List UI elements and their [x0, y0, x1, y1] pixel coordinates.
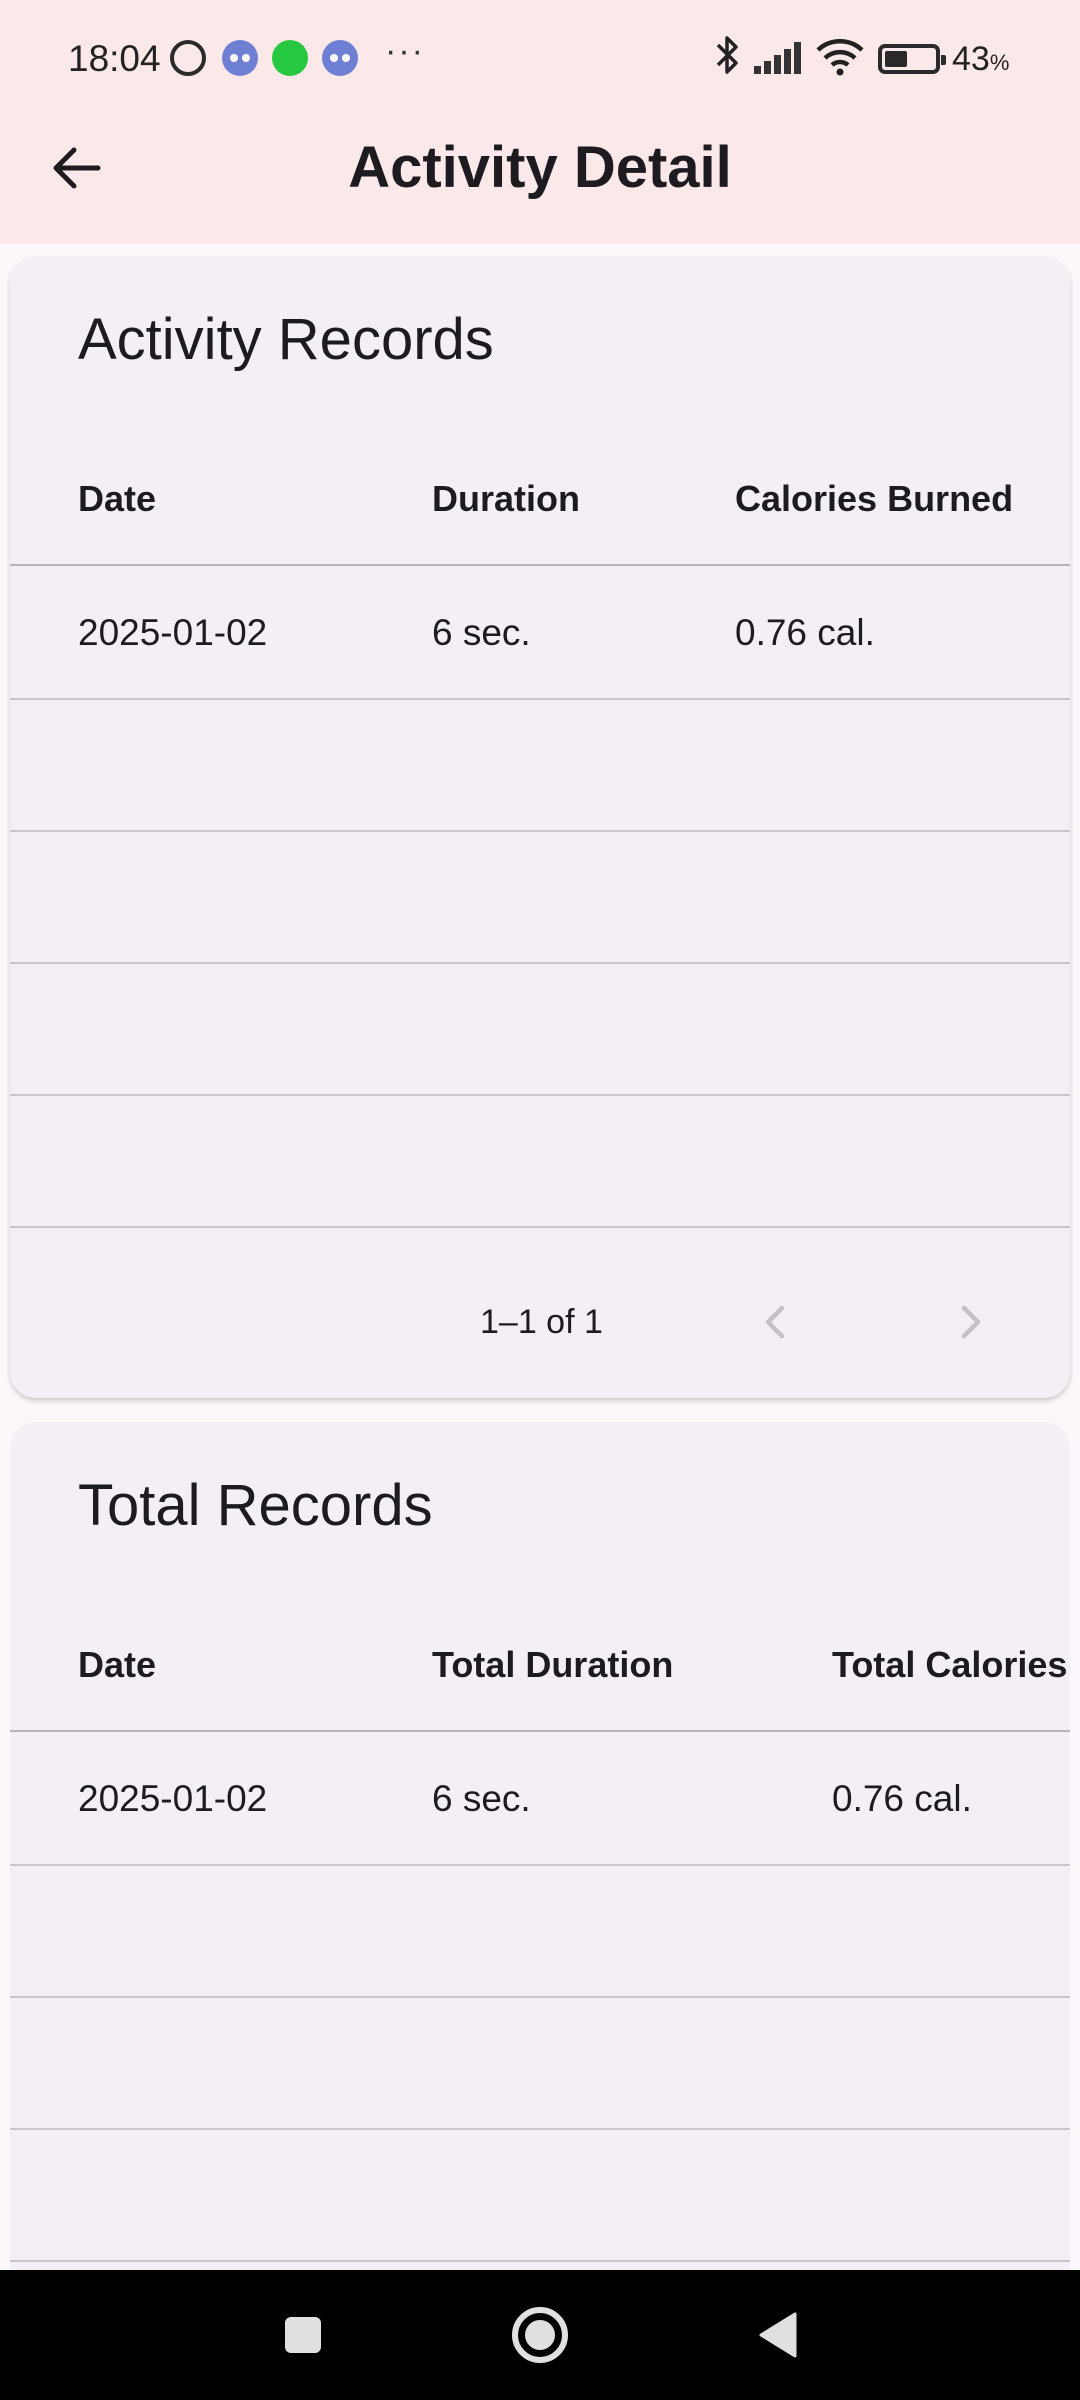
page-title: Activity Detail	[348, 135, 732, 200]
empty-table-row	[10, 700, 1070, 832]
table-header-row: Date Duration Calories Burned	[10, 434, 1070, 566]
cell-total-duration: 6 sec.	[432, 1778, 531, 1819]
column-header-total-duration[interactable]: Total Duration	[432, 1600, 673, 1730]
home-circle-icon	[512, 2307, 568, 2363]
top-app-bar: 18:04 ··· 43% Activity Detail	[0, 0, 1080, 244]
recents-square-icon	[285, 2317, 321, 2353]
status-bar: 18:04 ··· 43%	[0, 0, 1080, 120]
alarm-icon	[170, 40, 206, 76]
recents-button[interactable]	[268, 2300, 338, 2370]
previous-page-button[interactable]	[744, 1292, 804, 1352]
column-header-total-calories[interactable]: Total Calories	[832, 1600, 1067, 1730]
back-triangle-icon	[759, 2312, 797, 2358]
column-header-date[interactable]: Date	[78, 1600, 156, 1730]
whatsapp-icon	[272, 40, 308, 76]
table-row[interactable]: 2025-01-02 6 sec. 0.76 cal.	[10, 1734, 1070, 1866]
total-records-card: Total Records Date Total Duration Total …	[10, 1422, 1070, 2400]
cell-duration: 6 sec.	[432, 612, 531, 653]
empty-table-row	[10, 964, 1070, 1096]
signal-icon	[754, 42, 804, 74]
bluetooth-icon	[712, 34, 742, 86]
column-header-calories-burned[interactable]: Calories Burned	[735, 434, 1013, 564]
chevron-left-icon	[765, 1305, 785, 1339]
battery-icon	[878, 44, 946, 74]
cell-total-calories: 0.76 cal.	[832, 1778, 972, 1819]
wifi-icon	[816, 38, 864, 76]
empty-table-row	[10, 2130, 1070, 2262]
pagination-bar: 1–1 of 1	[10, 1256, 1070, 1388]
more-notifications-icon: ···	[385, 32, 425, 70]
activity-records-card: Activity Records Date Duration Calories …	[10, 256, 1070, 1398]
table-header-row: Date Total Duration Total Calories	[10, 1600, 1070, 1732]
discord-icon	[222, 40, 258, 76]
home-button[interactable]	[505, 2300, 575, 2370]
status-time: 18:04	[68, 38, 161, 79]
system-navigation-bar	[0, 2270, 1080, 2400]
table-row[interactable]: 2025-01-02 6 sec. 0.76 cal.	[10, 568, 1070, 700]
total-records-title: Total Records	[78, 1473, 433, 1538]
cell-calories: 0.76 cal.	[735, 612, 875, 653]
system-back-button[interactable]	[742, 2300, 812, 2370]
empty-table-row	[10, 832, 1070, 964]
cell-date: 2025-01-02	[78, 612, 268, 653]
activity-records-title: Activity Records	[78, 307, 494, 372]
battery-percent: 43%	[952, 40, 1010, 78]
empty-table-row	[10, 1866, 1070, 1998]
cell-date: 2025-01-02	[78, 1778, 268, 1819]
next-page-button[interactable]	[942, 1292, 1002, 1352]
column-header-date[interactable]: Date	[78, 434, 156, 564]
pagination-label: 1–1 of 1	[480, 1302, 603, 1341]
empty-table-row	[10, 1998, 1070, 2130]
discord-icon	[322, 40, 358, 76]
column-header-duration[interactable]: Duration	[432, 434, 580, 564]
empty-table-row	[10, 1096, 1070, 1228]
chevron-right-icon	[961, 1305, 981, 1339]
